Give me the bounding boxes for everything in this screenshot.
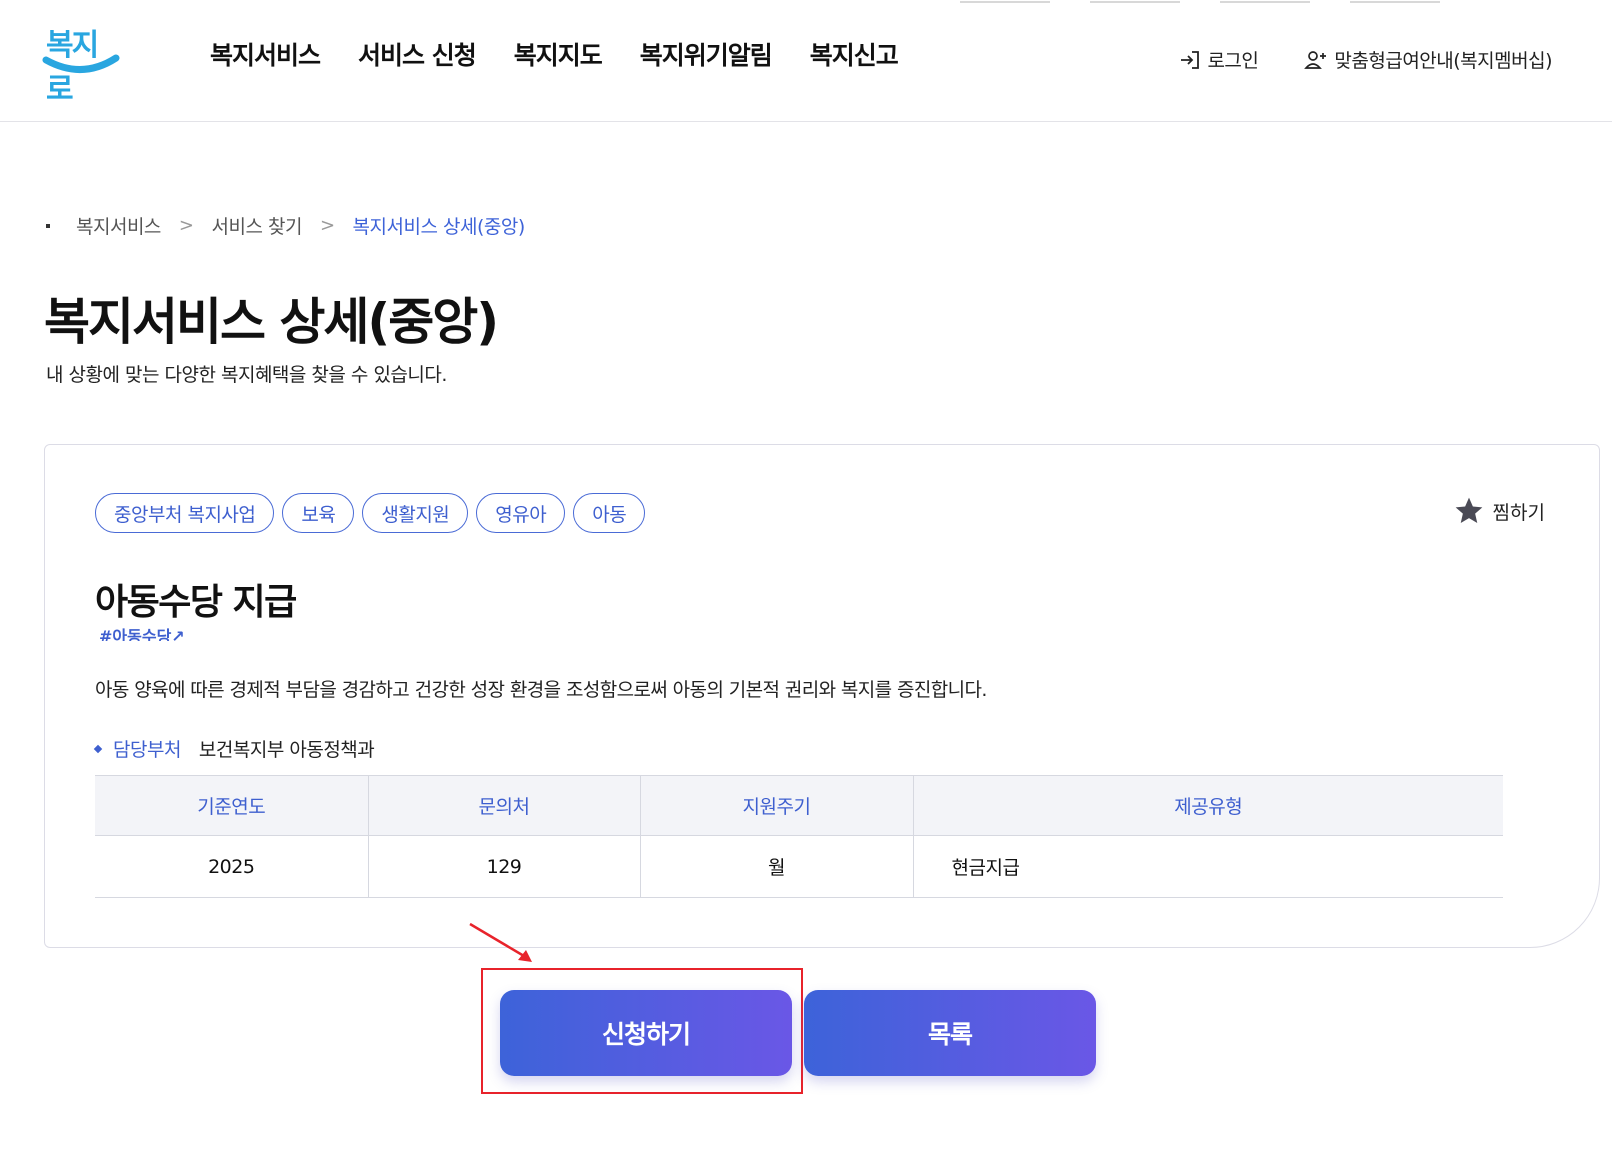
- apply-button[interactable]: 신청하기: [500, 990, 792, 1076]
- annotation-arrow-icon: [469, 922, 532, 962]
- nav-welfare-service[interactable]: 복지서비스: [210, 36, 321, 72]
- chevron-right-icon: >: [178, 215, 194, 236]
- nav-welfare-report[interactable]: 복지신고: [810, 36, 899, 72]
- breadcrumb-item-current: 복지서비스 상세(중앙): [352, 216, 526, 238]
- page-title: 복지서비스 상세(중앙): [44, 293, 499, 351]
- star-icon: [1455, 497, 1482, 523]
- tag-living-support[interactable]: 생활지원: [362, 493, 469, 533]
- nav-welfare-crisis-alert[interactable]: 복지위기알림: [640, 36, 773, 72]
- user-add-icon: [1304, 50, 1327, 69]
- nav-service-apply[interactable]: 서비스 신청: [358, 36, 477, 72]
- service-title: 아동수당 지급: [95, 582, 297, 623]
- nav-welfare-map[interactable]: 복지지도: [514, 36, 603, 72]
- service-info-table: 기준연도 문의처 지원주기 제공유형 2025 129 월 현금지급: [95, 775, 1503, 898]
- tag-child[interactable]: 아동: [573, 493, 646, 533]
- favorite-button[interactable]: 찜하기: [1453, 495, 1545, 527]
- service-tags: 중앙부처 복지사업 보육 생활지원 영유아 아동: [95, 493, 646, 533]
- cell-base-year: 2025: [95, 835, 369, 898]
- breadcrumb-bullet: [46, 223, 50, 228]
- util-menu: 로그인 맞춤형급여안내(복지멤버십): [1179, 46, 1552, 73]
- tag-central-ministry[interactable]: 중앙부처 복지사업: [95, 493, 275, 533]
- service-detail-card: 중앙부처 복지사업 보육 생활지원 영유아 아동 찜하기 아동수당 지급 #아동…: [44, 444, 1600, 948]
- header-base-year: 기준연도: [95, 775, 369, 836]
- favorite-label: 찜하기: [1492, 501, 1545, 524]
- service-hashtag: #아동수당: [99, 627, 172, 641]
- chevron-right-icon: >: [319, 215, 335, 236]
- logo-smile-icon: [42, 54, 120, 73]
- department-row: 담당부처 보건복지부 아동정책과: [93, 735, 375, 762]
- table-header-row: 기준연도 문의처 지원주기 제공유형: [95, 775, 1503, 836]
- membership-link[interactable]: 맞춤형급여안내(복지멤버십): [1304, 46, 1552, 73]
- top-utility-strip: [960, 0, 1600, 8]
- header-support-cycle: 지원주기: [640, 775, 914, 836]
- breadcrumb: 복지서비스 > 서비스 찾기 > 복지서비스 상세(중앙): [46, 212, 525, 239]
- list-button[interactable]: 목록: [804, 990, 1096, 1076]
- header-contact: 문의처: [368, 775, 641, 836]
- cell-provision-type: 현금지급: [913, 835, 1503, 898]
- tag-infant[interactable]: 영유아: [476, 493, 566, 533]
- department-value: 보건복지부 아동정책과: [198, 739, 375, 761]
- breadcrumb-item-service-search[interactable]: 서비스 찾기: [212, 212, 303, 239]
- tag-childcare[interactable]: 보육: [282, 493, 355, 533]
- header-provision-type: 제공유형: [913, 775, 1503, 836]
- cell-support-cycle: 월: [640, 835, 914, 898]
- login-link[interactable]: 로그인: [1179, 46, 1259, 73]
- page-description: 내 상황에 맞는 다양한 복지혜택을 찾을 수 있습니다.: [46, 364, 447, 386]
- breadcrumb-item-welfare-service[interactable]: 복지서비스: [76, 212, 161, 239]
- main-nav: 복지서비스 서비스 신청 복지지도 복지위기알림 복지신고: [210, 36, 899, 72]
- site-logo[interactable]: 복지로: [42, 20, 122, 107]
- site-header: 복지로 복지서비스 서비스 신청 복지지도 복지위기알림 복지신고 로그인 맞춤…: [0, 0, 1612, 122]
- cell-contact: 129: [368, 835, 641, 898]
- department-label: 담당부처: [113, 739, 181, 761]
- service-hashtag-link[interactable]: #아동수당↗: [99, 623, 185, 641]
- service-description: 아동 양육에 따른 경제적 부담을 경감하고 건강한 성장 환경을 조성함으로써…: [95, 679, 987, 701]
- diamond-bullet-icon: [93, 744, 103, 753]
- membership-label: 맞춤형급여안내(복지멤버십): [1334, 50, 1552, 72]
- login-label: 로그인: [1207, 50, 1259, 72]
- table-row: 2025 129 월 현금지급: [95, 835, 1503, 898]
- external-link-icon: ↗: [171, 627, 185, 641]
- login-icon: [1181, 50, 1200, 69]
